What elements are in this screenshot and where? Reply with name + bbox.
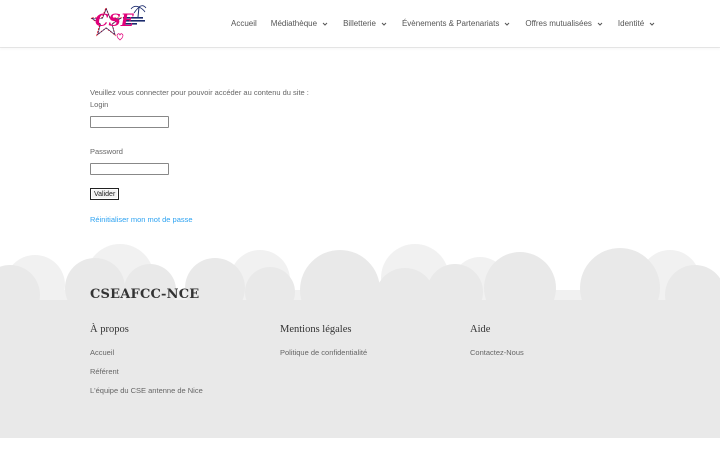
footer-column-mentions: Mentions légales Politique de confidenti… — [280, 324, 367, 357]
nav-item-label: Offres mutualisées — [525, 19, 592, 28]
chevron-down-icon — [648, 20, 656, 28]
footer-column-aide: Aide Contactez-Nous — [470, 324, 524, 357]
chevron-down-icon — [503, 20, 511, 28]
login-form: Veuillez vous connecter pour pouvoir acc… — [90, 88, 490, 224]
nav-item-billetterie[interactable]: Billetterie — [343, 19, 388, 28]
logo-title: CSE — [95, 11, 134, 31]
chevron-down-icon — [596, 20, 604, 28]
reset-password-link[interactable]: Réinitialiser mon mot de passe — [90, 215, 490, 224]
footer-link-contact[interactable]: Contactez-Nous — [470, 348, 524, 357]
password-label: Password — [90, 147, 123, 156]
nav-item-accueil[interactable]: Accueil — [231, 19, 257, 28]
password-input[interactable] — [90, 162, 169, 175]
footer-column-title: Mentions légales — [280, 324, 352, 335]
footer-brand: CSEAFCC-NCE — [90, 287, 200, 302]
footer-column-apropos: À propos Accueil Référent L'équipe du CS… — [90, 324, 203, 395]
nav-item-offres[interactable]: Offres mutualisées — [525, 19, 604, 28]
nav-item-evenements[interactable]: Évènements & Partenariats — [402, 19, 511, 28]
footer-link-referent[interactable]: Référent — [90, 367, 203, 376]
login-input[interactable] — [90, 115, 169, 128]
nav-item-label: Identité — [617, 19, 645, 28]
site-logo[interactable]: CSE — [89, 3, 149, 43]
chevron-down-icon — [380, 20, 388, 28]
login-label: Login — [90, 100, 109, 109]
nav-item-label: Médiathèque — [270, 19, 318, 28]
main-nav: Accueil Médiathèque Billetterie Évènemen… — [231, 0, 670, 47]
nav-item-mediatheque[interactable]: Médiathèque — [271, 19, 329, 28]
footer-column-title: Aide — [470, 324, 491, 335]
site-footer: CSEAFCC-NCE À propos Accueil Référent L'… — [0, 240, 720, 438]
nav-item-label: Évènements & Partenariats — [401, 19, 500, 28]
submit-button[interactable]: Valider — [90, 188, 120, 200]
footer-column-title: À propos — [90, 324, 129, 335]
chevron-down-icon — [321, 20, 329, 28]
nav-item-label: Billetterie — [343, 19, 376, 28]
footer-link-confidentialite[interactable]: Politique de confidentialité — [280, 348, 367, 357]
nav-item-identite[interactable]: Identité — [618, 19, 656, 28]
footer-link-accueil[interactable]: Accueil — [90, 348, 203, 357]
footer-content: CSEAFCC-NCE À propos Accueil Référent L'… — [0, 240, 720, 438]
nav-item-label: Accueil — [231, 19, 257, 28]
site-header: CSE Accueil Médiathèque Billetterie Évèn… — [0, 0, 720, 47]
login-intro: Veuillez vous connecter pour pouvoir acc… — [90, 88, 309, 97]
footer-link-equipe[interactable]: L'équipe du CSE antenne de Nice — [90, 386, 203, 395]
bottom-bar — [0, 438, 720, 450]
